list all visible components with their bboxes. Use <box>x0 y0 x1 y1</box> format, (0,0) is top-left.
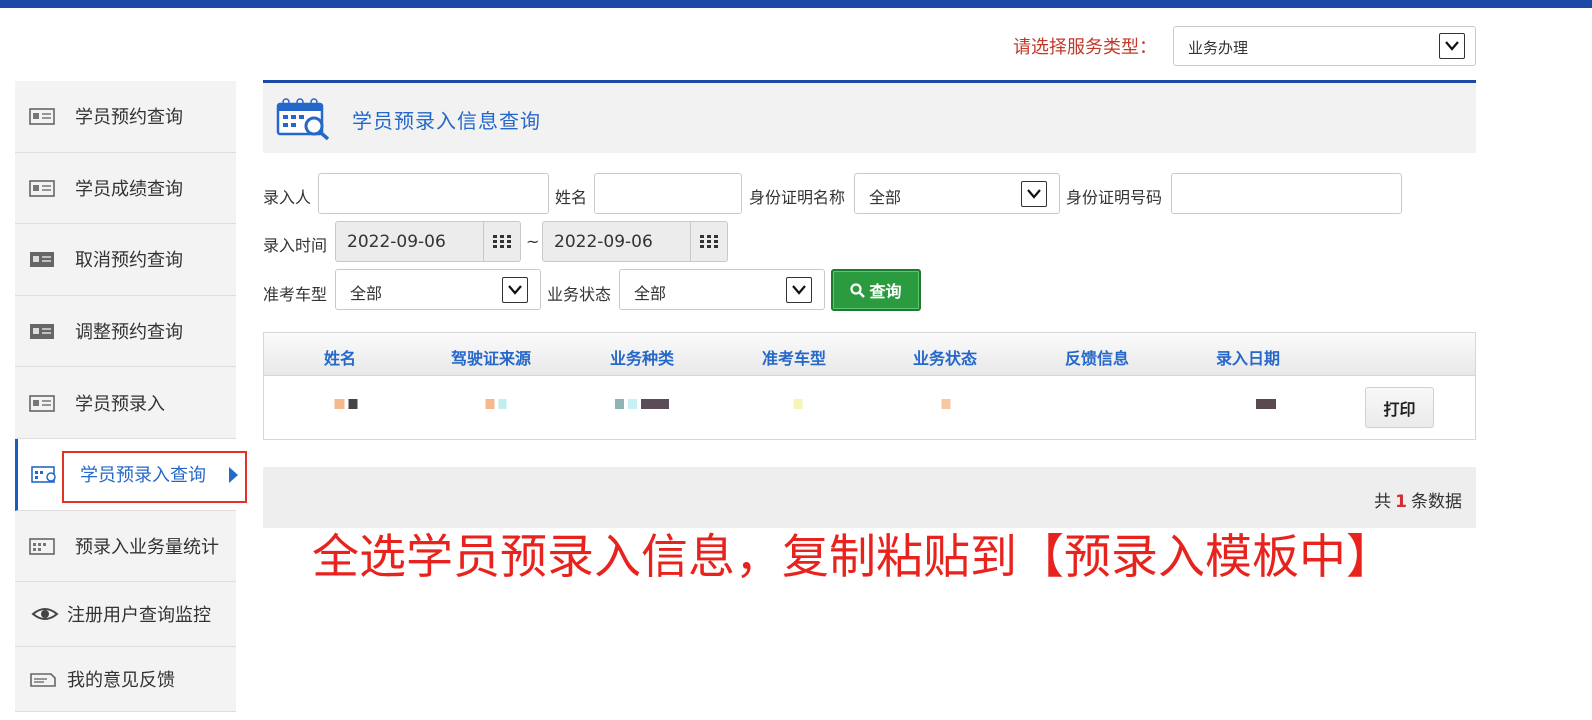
id-type-select[interactable]: 全部 <box>854 173 1060 214</box>
sidebar-item-pre-entry[interactable]: 学员预录入 <box>15 367 236 439</box>
redacted-cell <box>941 399 951 411</box>
calendar-search-icon <box>276 98 330 140</box>
column-header-entry-date: 录入日期 <box>1215 349 1281 368</box>
sidebar-item-label: 预录入业务量统计 <box>75 536 219 558</box>
column-header-name: 姓名 <box>323 349 357 368</box>
column-header-business-type: 业务种类 <box>609 349 675 368</box>
entry-time-label: 录入时间 <box>263 236 328 255</box>
redacted-cell <box>615 399 669 411</box>
sidebar-item-user-monitor[interactable]: 注册用户查询监控 <box>15 582 236 648</box>
sidebar-item-label: 学员预约查询 <box>75 107 183 129</box>
sidebar-item-feedback[interactable]: 我的意见反馈 <box>15 647 236 713</box>
query-button[interactable]: 查询 <box>831 269 921 311</box>
column-header-feedback: 反馈信息 <box>1064 349 1130 368</box>
id-card-icon <box>29 108 55 126</box>
date-from-value: 2022-09-06 <box>347 232 446 252</box>
redacted-cell <box>334 399 358 411</box>
column-header-license-source: 驾驶证来源 <box>450 349 532 368</box>
sidebar-item-label: 取消预约查询 <box>75 250 183 272</box>
sidebar-item-score-query[interactable]: 学员成绩查询 <box>15 152 236 225</box>
page-title: 学员预录入信息查询 <box>352 109 541 133</box>
date-separator: ~ <box>526 232 540 251</box>
table-header: 姓名 驾驶证来源 业务种类 准考车型 业务状态 反馈信息 录入日期 <box>264 333 1475 376</box>
column-header-business-status: 业务状态 <box>912 349 978 368</box>
business-status-label: 业务状态 <box>547 285 612 304</box>
redacted-cell <box>1256 399 1276 411</box>
record-count-prefix: 共 <box>1374 492 1392 512</box>
service-type-value: 业务办理 <box>1188 39 1249 57</box>
id-card-icon <box>30 324 54 340</box>
top-accent-bar <box>0 0 1592 8</box>
search-icon <box>850 282 866 298</box>
annotation-text: 全选学员预录入信息，复制粘贴到【预录入模板中】 <box>312 530 1393 585</box>
calendar-grid-icon[interactable] <box>483 222 520 261</box>
eye-icon <box>31 608 59 621</box>
chevron-down-icon[interactable] <box>1439 33 1465 59</box>
id-card-icon <box>29 180 55 197</box>
id-card-icon <box>29 394 55 412</box>
vehicle-type-value: 全部 <box>350 284 383 303</box>
vehicle-type-label: 准考车型 <box>263 285 328 304</box>
service-type-label: 请选择服务类型： <box>1013 37 1157 58</box>
sidebar-item-appointment-query[interactable]: 学员预约查询 <box>15 81 236 153</box>
feedback-icon <box>30 673 56 687</box>
sidebar-item-label: 学员成绩查询 <box>75 178 183 200</box>
sidebar-item-label: 调整预约查询 <box>75 322 183 344</box>
name-input[interactable] <box>594 173 742 214</box>
sidebar-item-label: 学员预录入 <box>75 393 165 415</box>
caret-right-icon <box>229 466 238 483</box>
print-button[interactable]: 打印 <box>1365 387 1434 428</box>
business-status-select[interactable]: 全部 <box>619 269 825 310</box>
sidebar-item-pre-entry-query[interactable]: 学员预录入查询 <box>15 438 247 511</box>
id-type-value: 全部 <box>869 188 902 207</box>
id-type-label: 身份证明名称 <box>749 188 846 207</box>
results-table: 姓名 驾驶证来源 业务种类 准考车型 业务状态 反馈信息 录入日期 打印 <box>263 332 1476 440</box>
date-to-value: 2022-09-06 <box>554 232 653 252</box>
date-from-input[interactable]: 2022-09-06 <box>335 221 521 262</box>
vehicle-type-select[interactable]: 全部 <box>335 269 541 310</box>
record-count-suffix: 条数据 <box>1411 492 1462 512</box>
sidebar-item-label: 我的意见反馈 <box>67 670 175 692</box>
record-count: 共 1 条数据 <box>1374 487 1462 512</box>
recorder-input[interactable] <box>318 173 549 214</box>
calendar-search-icon <box>31 466 56 484</box>
calendar-grid-icon[interactable] <box>690 222 727 261</box>
sidebar-item-adjust-query[interactable]: 调整预约查询 <box>15 295 236 368</box>
sidebar-item-cancel-query[interactable]: 取消预约查询 <box>15 224 236 296</box>
highlight-frame <box>62 450 247 503</box>
chevron-down-icon[interactable] <box>786 277 812 303</box>
record-count-value: 1 <box>1395 492 1407 512</box>
id-number-label: 身份证明号码 <box>1066 188 1163 207</box>
name-label: 姓名 <box>555 188 588 207</box>
sidebar-item-volume-stats[interactable]: 预录入业务量统计 <box>15 510 236 583</box>
query-button-label: 查询 <box>869 282 902 301</box>
table-row[interactable]: 打印 <box>264 376 1475 439</box>
sidebar-item-label: 注册用户查询监控 <box>67 605 211 627</box>
redacted-cell <box>793 399 803 411</box>
chevron-down-icon[interactable] <box>502 277 528 303</box>
date-to-input[interactable]: 2022-09-06 <box>542 221 728 262</box>
redacted-cell <box>485 399 507 411</box>
panel-header: 学员预录入信息查询 <box>263 80 1476 153</box>
id-card-icon <box>30 252 54 268</box>
column-header-vehicle-type: 准考车型 <box>761 349 827 368</box>
business-status-value: 全部 <box>634 284 667 303</box>
recorder-label: 录入人 <box>263 188 312 207</box>
service-type-select[interactable]: 业务办理 <box>1173 26 1476 66</box>
sidebar: 学员预约查询 学员成绩查询 取消预约查询 调整预约查询 学员预录入 学员预录入查… <box>15 81 247 713</box>
id-number-input[interactable] <box>1171 173 1402 214</box>
chevron-down-icon[interactable] <box>1021 181 1047 207</box>
calendar-icon <box>29 538 55 555</box>
